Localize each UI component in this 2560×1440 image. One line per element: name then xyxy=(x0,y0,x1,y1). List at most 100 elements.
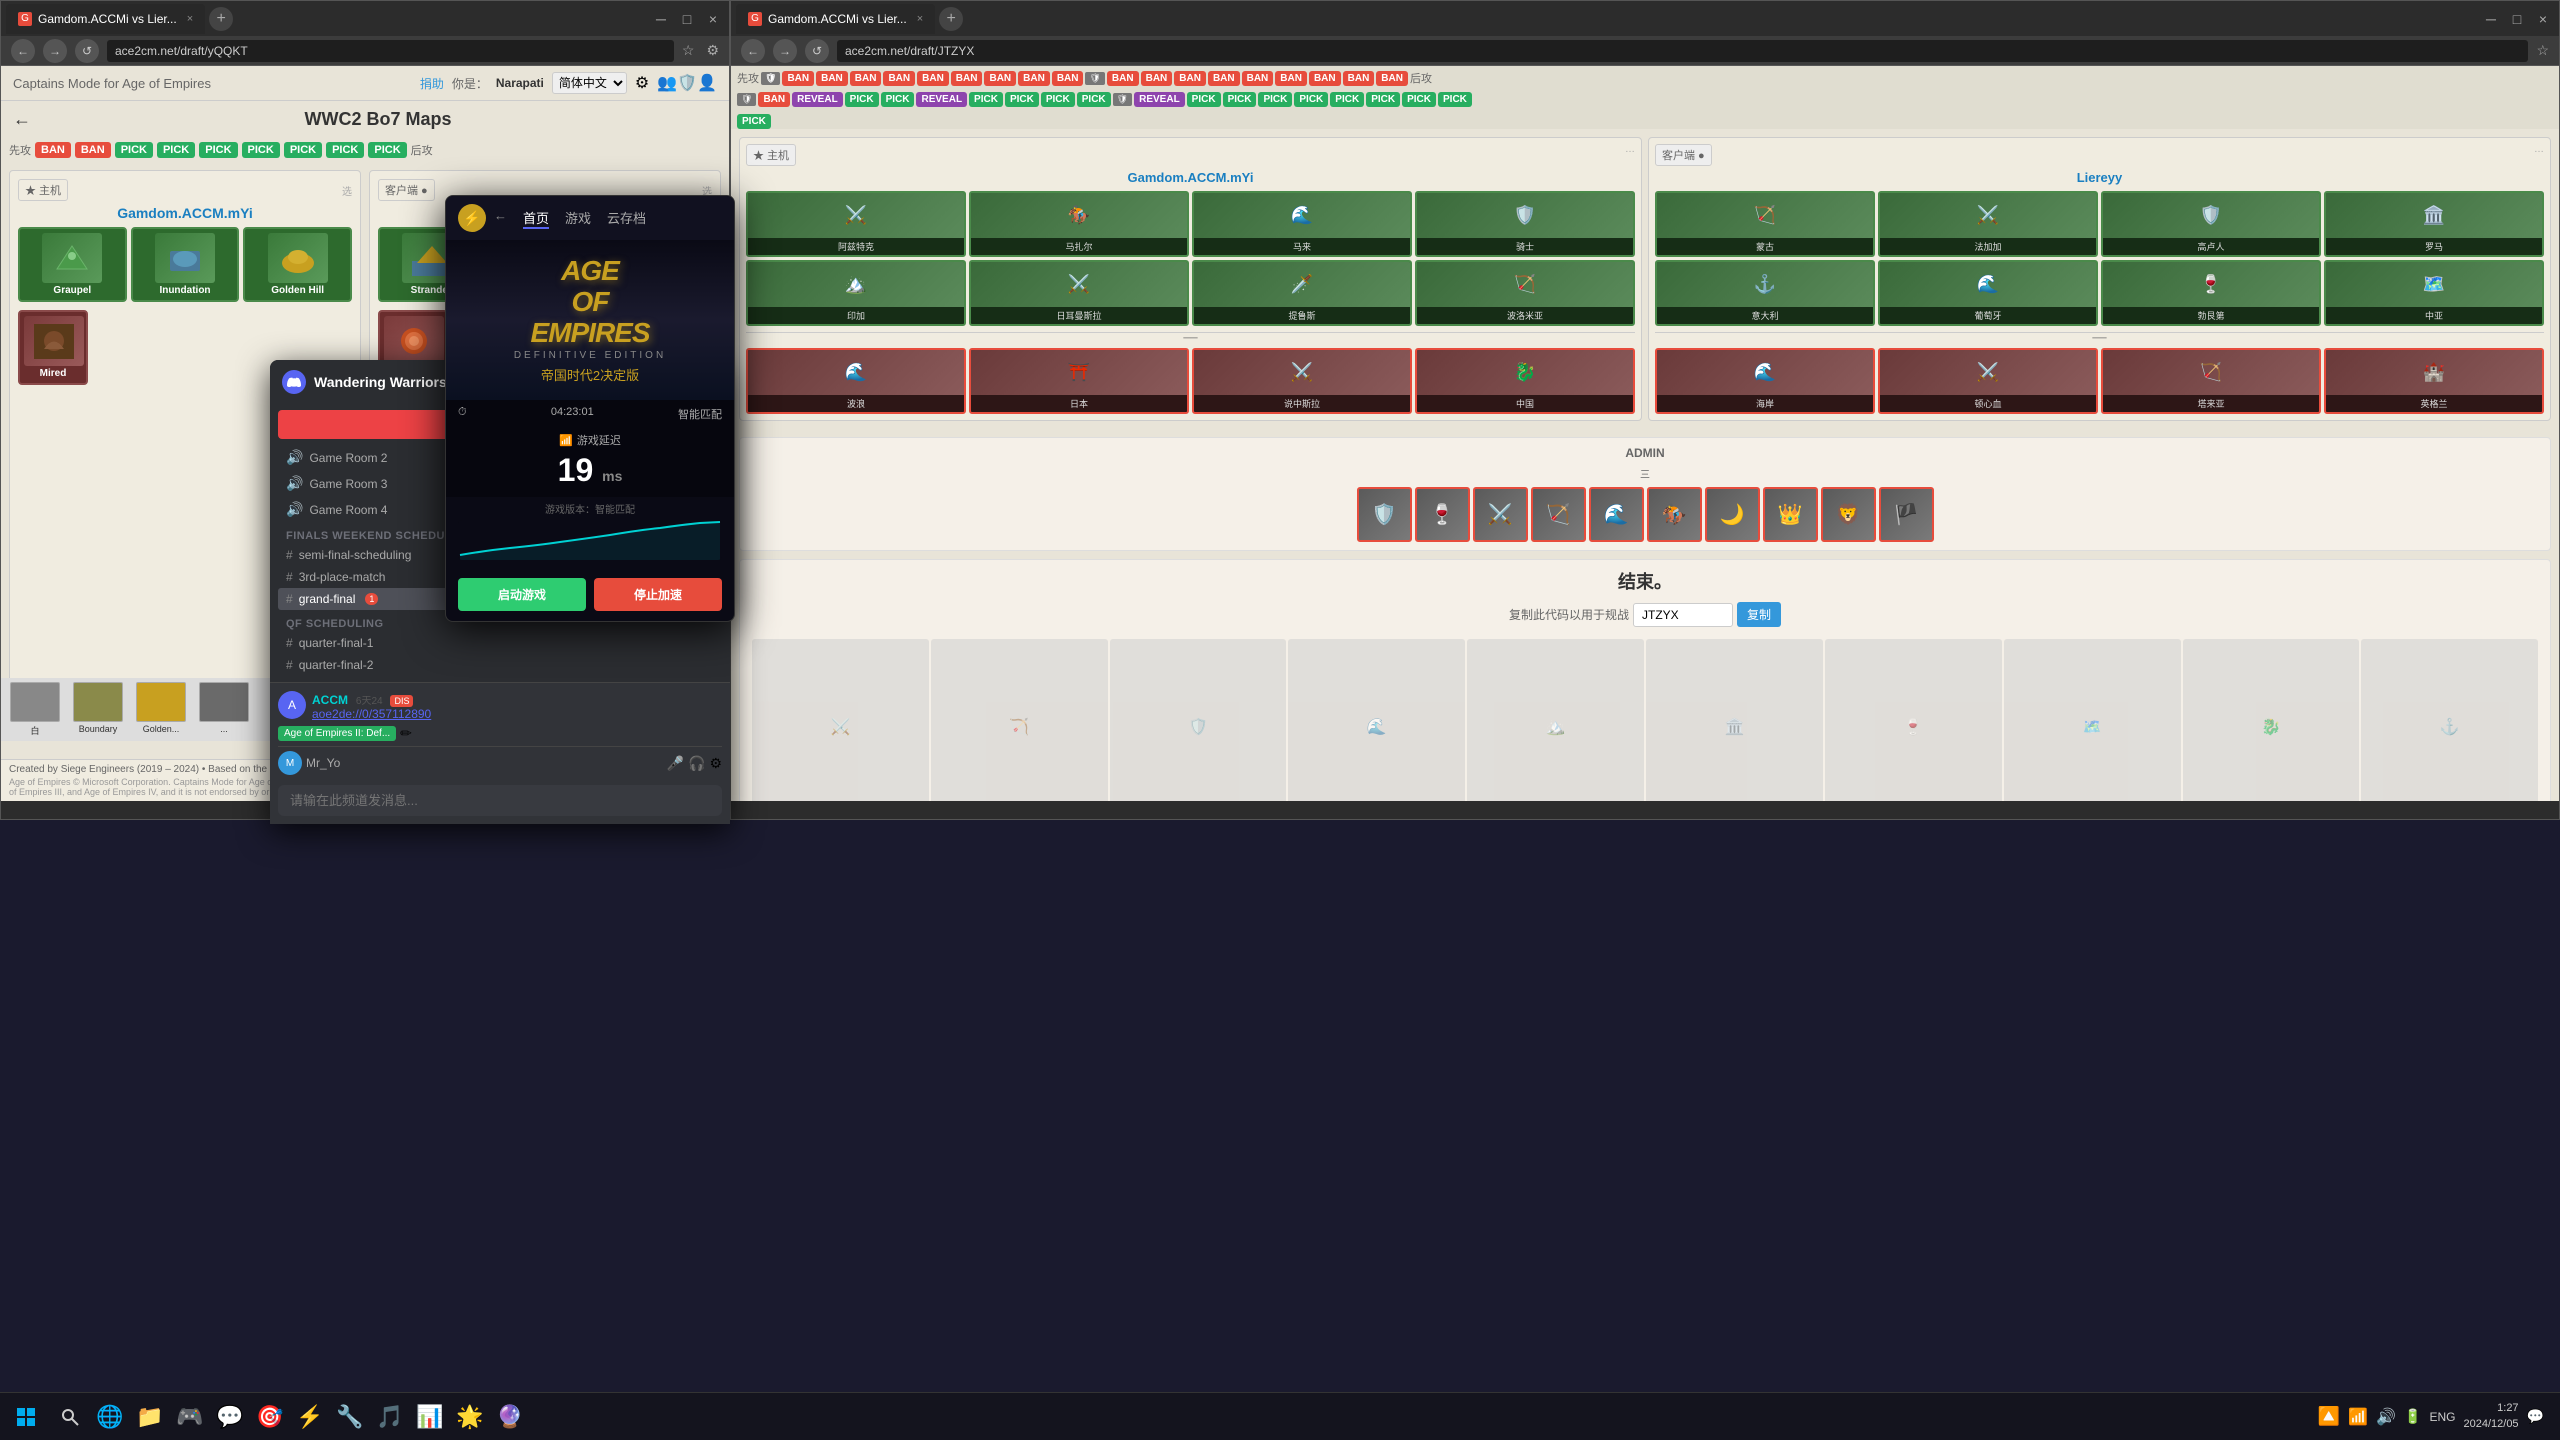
r-right-civ-1[interactable]: 🏹 蒙古 xyxy=(1655,191,1875,257)
back-arrow[interactable]: ← xyxy=(13,109,31,130)
r-left-civ-5[interactable]: 🏔️ 印加 xyxy=(746,260,966,326)
result-code-input[interactable] xyxy=(1633,603,1733,627)
aoe2-nav-cloud[interactable]: 云存档 xyxy=(607,208,646,229)
mic-icon[interactable]: 🎤 xyxy=(667,755,684,772)
address-input-right[interactable] xyxy=(837,40,2528,62)
tray-icon-1[interactable]: 🔼 xyxy=(2318,1406,2340,1427)
r-right-civ-7[interactable]: 🍷 勃艮第 xyxy=(2101,260,2321,326)
r-left-civ-4[interactable]: 🛡️ 骑士 xyxy=(1415,191,1635,257)
sel-civ-9[interactable]: 🐉 xyxy=(2183,639,2360,801)
reload-btn-right[interactable]: ↺ xyxy=(805,39,829,63)
address-input-left[interactable] xyxy=(107,40,674,62)
bookmark-icon-left[interactable]: ☆ xyxy=(682,42,695,59)
r-left-civ-2[interactable]: 🏇 马扎尔 xyxy=(969,191,1189,257)
settings-icon[interactable]: ⚙ xyxy=(635,73,649,93)
map-card-graupel[interactable]: Graupel xyxy=(18,227,127,302)
tray-network-icon[interactable]: 📶 xyxy=(2348,1407,2368,1427)
sel-civ-5[interactable]: 🏔️ xyxy=(1467,639,1644,801)
left-player-toggle[interactable]: 选 xyxy=(342,183,352,198)
r-left-banned-2[interactable]: ⛩️ 日本 xyxy=(969,348,1189,414)
extra-taskbar-icon-4[interactable]: 🌟 xyxy=(452,1399,488,1435)
sel-civ-6[interactable]: 🏛️ xyxy=(1646,639,1823,801)
admin-civ-7[interactable]: 🌙 xyxy=(1705,487,1760,542)
r-left-civ-8[interactable]: 🏹 波洛米亚 xyxy=(1415,260,1635,326)
extra-taskbar-icon-5[interactable]: 🔮 xyxy=(492,1399,528,1435)
maximize-btn-left[interactable]: □ xyxy=(676,8,698,30)
r-left-banned-4[interactable]: 🐉 中国 xyxy=(1415,348,1635,414)
sel-civ-7[interactable]: 🍷 xyxy=(1825,639,2002,801)
sel-civ-3[interactable]: 🛡️ xyxy=(1110,639,1287,801)
browser-taskbar-icon[interactable]: 🌐 xyxy=(92,1399,128,1435)
r-left-civ-6[interactable]: ⚔️ 日耳曼斯拉 xyxy=(969,260,1189,326)
extra-taskbar-icon-3[interactable]: 📊 xyxy=(412,1399,448,1435)
admin-civ-8[interactable]: 👑 xyxy=(1763,487,1818,542)
r-left-civ-3[interactable]: 🌊 马来 xyxy=(1192,191,1412,257)
aoe2-start-btn[interactable]: 启动游戏 xyxy=(458,578,586,611)
chat-copy-btn[interactable]: Age of Empires II: Def... xyxy=(278,726,396,741)
tray-volume-icon[interactable]: 🔊 xyxy=(2376,1407,2396,1427)
aoe2-nav-home[interactable]: 首页 xyxy=(523,208,549,229)
search-taskbar-icon[interactable] xyxy=(52,1399,88,1435)
settings-icon-discord[interactable]: ⚙ xyxy=(709,755,722,772)
discord-taskbar-icon[interactable]: 💬 xyxy=(212,1399,248,1435)
left-tab-1-close[interactable]: × xyxy=(187,13,193,25)
map-card-inundation[interactable]: Inundation xyxy=(131,227,240,302)
admin-civ-9[interactable]: 🦁 xyxy=(1821,487,1876,542)
result-copy-btn[interactable]: 复制 xyxy=(1737,602,1781,627)
tray-battery-icon[interactable]: 🔋 xyxy=(2404,1408,2421,1425)
extra-taskbar-icon-2[interactable]: 🎵 xyxy=(372,1399,408,1435)
r-left-civ-1[interactable]: ⚔️ 阿兹特克 xyxy=(746,191,966,257)
r-right-civ-3[interactable]: 🛡️ 高卢人 xyxy=(2101,191,2321,257)
channel-qf2[interactable]: # quarter-final-2 xyxy=(278,654,722,676)
bottom-map-3[interactable]: Golden... xyxy=(131,682,191,737)
chat-edit-icon[interactable]: ✏ xyxy=(400,725,412,742)
sel-civ-8[interactable]: 🗺️ xyxy=(2004,639,2181,801)
bottom-map-1[interactable]: 白 xyxy=(5,682,65,737)
r-right-civ-4[interactable]: 🏛️ 罗马 xyxy=(2324,191,2544,257)
bookmark-icon-right[interactable]: ☆ xyxy=(2536,42,2549,59)
r-right-banned-4[interactable]: 🏰 英格兰 xyxy=(2324,348,2544,414)
tray-language[interactable]: ENG xyxy=(2429,1410,2455,1424)
maximize-btn-right[interactable]: □ xyxy=(2506,8,2528,30)
r-right-banned-3[interactable]: 🏹 塔来亚 xyxy=(2101,348,2321,414)
sel-civ-10[interactable]: ⚓ xyxy=(2361,639,2538,801)
admin-civ-10[interactable]: 🏴 xyxy=(1879,487,1934,542)
admin-civ-1[interactable]: 🛡️ xyxy=(1357,487,1412,542)
steam-taskbar-icon[interactable]: 🎯 xyxy=(252,1399,288,1435)
admin-civ-2[interactable]: 🍷 xyxy=(1415,487,1470,542)
folder-taskbar-icon[interactable]: 📁 xyxy=(132,1399,168,1435)
r-left-banned-3[interactable]: ⚔️ 说中斯拉 xyxy=(1192,348,1412,414)
forward-btn-left[interactable]: → xyxy=(43,39,67,63)
reload-btn-left[interactable]: ↺ xyxy=(75,39,99,63)
forward-btn-right[interactable]: → xyxy=(773,39,797,63)
sel-civ-2[interactable]: 🏹 xyxy=(931,639,1108,801)
r-right-civ-8[interactable]: 🗺️ 中亚 xyxy=(2324,260,2544,326)
aoe2-stop-btn[interactable]: 停止加速 xyxy=(594,578,722,611)
r-left-civ-7[interactable]: 🗡️ 提鲁斯 xyxy=(1192,260,1412,326)
r-right-banned-1[interactable]: 🌊 海岸 xyxy=(1655,348,1875,414)
right-tab-1-close[interactable]: × xyxy=(917,13,923,25)
right-tab-1[interactable]: G Gamdom.ACCMi vs Lier... × xyxy=(736,4,935,34)
back-btn-right[interactable]: ← xyxy=(741,39,765,63)
aoe-taskbar-icon[interactable]: ⚡ xyxy=(292,1399,328,1435)
bottom-map-4[interactable]: ... xyxy=(194,682,254,737)
map-card-mired[interactable]: Mired xyxy=(18,310,88,385)
notification-icon[interactable]: 💬 xyxy=(2527,1408,2544,1425)
headphone-icon[interactable]: 🎧 xyxy=(688,755,705,772)
channel-qf1[interactable]: # quarter-final-1 xyxy=(278,632,722,654)
chat-link-accm[interactable]: aoe2de://0/357112890 xyxy=(312,707,722,721)
r-right-banned-2[interactable]: ⚔️ 顿心血 xyxy=(1878,348,2098,414)
sel-civ-1[interactable]: ⚔️ xyxy=(752,639,929,801)
r-left-toggle[interactable]: … xyxy=(1625,144,1635,166)
start-button[interactable] xyxy=(8,1399,44,1435)
r-left-banned-1[interactable]: 🌊 波浪 xyxy=(746,348,966,414)
language-select[interactable]: 简体中文 xyxy=(552,72,627,94)
discord-message-input[interactable] xyxy=(278,785,722,816)
new-tab-right[interactable]: + xyxy=(939,7,963,31)
admin-civ-4[interactable]: 🏹 xyxy=(1531,487,1586,542)
admin-civ-5[interactable]: 🌊 xyxy=(1589,487,1644,542)
close-btn-left[interactable]: × xyxy=(702,8,724,30)
aoe2-back-nav[interactable]: ← xyxy=(494,208,507,229)
extra-taskbar-icon-1[interactable]: 🔧 xyxy=(332,1399,368,1435)
admin-civ-3[interactable]: ⚔️ xyxy=(1473,487,1528,542)
